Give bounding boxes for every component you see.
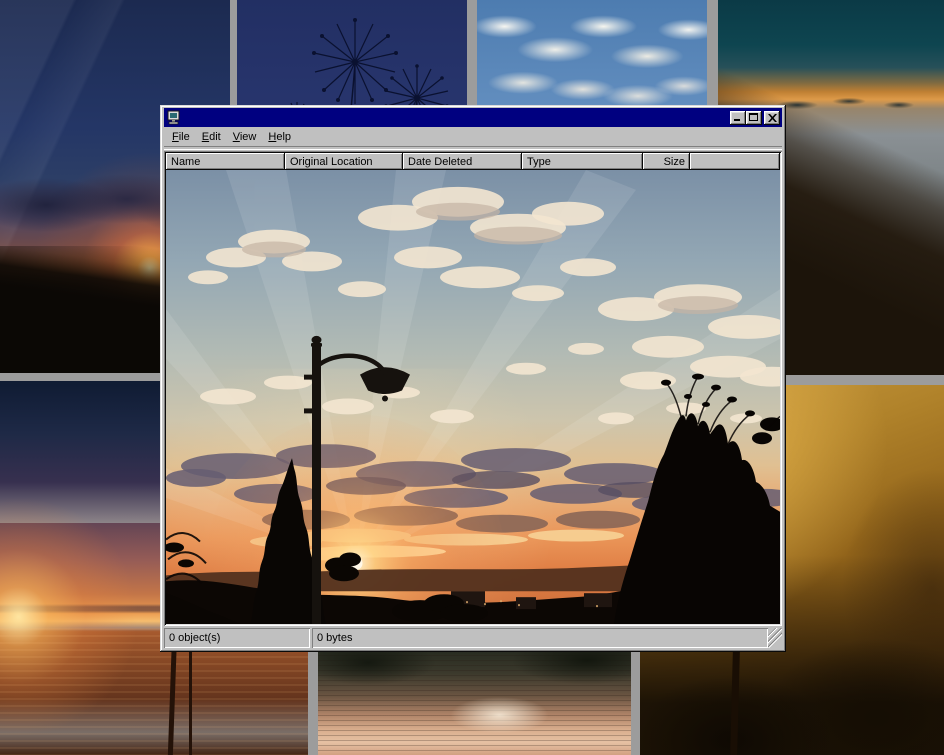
close-button[interactable]	[764, 111, 780, 125]
column-header-name[interactable]: Name	[166, 153, 285, 170]
status-bar: 0 object(s) 0 bytes	[164, 628, 782, 648]
menu-view[interactable]: View	[227, 129, 263, 145]
list-content-area[interactable]	[166, 170, 780, 624]
column-header-date-deleted[interactable]: Date Deleted	[403, 153, 522, 170]
status-objects: 0 object(s)	[164, 628, 310, 648]
resize-grip[interactable]	[768, 628, 782, 648]
list-view: Name Original Location Date Deleted Type…	[164, 151, 782, 626]
water-pole	[189, 643, 192, 755]
window-titlebar[interactable]	[164, 108, 782, 127]
computer-icon	[166, 110, 182, 126]
menu-separator	[164, 146, 782, 150]
menu-help[interactable]: Help	[262, 129, 297, 145]
desktop: File Edit View Help Name Original Locati…	[0, 0, 944, 755]
recycle-bin-window: File Edit View Help Name Original Locati…	[160, 105, 786, 652]
column-header-size[interactable]: Size	[643, 153, 690, 170]
wallpaper-photo-sunset-lamp	[166, 170, 780, 624]
column-header-row: Name Original Location Date Deleted Type…	[166, 153, 780, 170]
titlebar-buttons	[730, 111, 780, 125]
maximize-button[interactable]	[746, 111, 762, 125]
column-header-blank	[690, 153, 780, 170]
menu-edit[interactable]: Edit	[196, 129, 227, 145]
menu-bar: File Edit View Help	[164, 128, 782, 146]
column-header-type[interactable]: Type	[522, 153, 643, 170]
menu-file[interactable]: File	[166, 129, 196, 145]
column-header-original-location[interactable]: Original Location	[285, 153, 403, 170]
bg-photo-water-reflection	[318, 650, 631, 755]
minimize-button[interactable]	[730, 111, 746, 125]
status-bytes: 0 bytes	[312, 628, 768, 648]
